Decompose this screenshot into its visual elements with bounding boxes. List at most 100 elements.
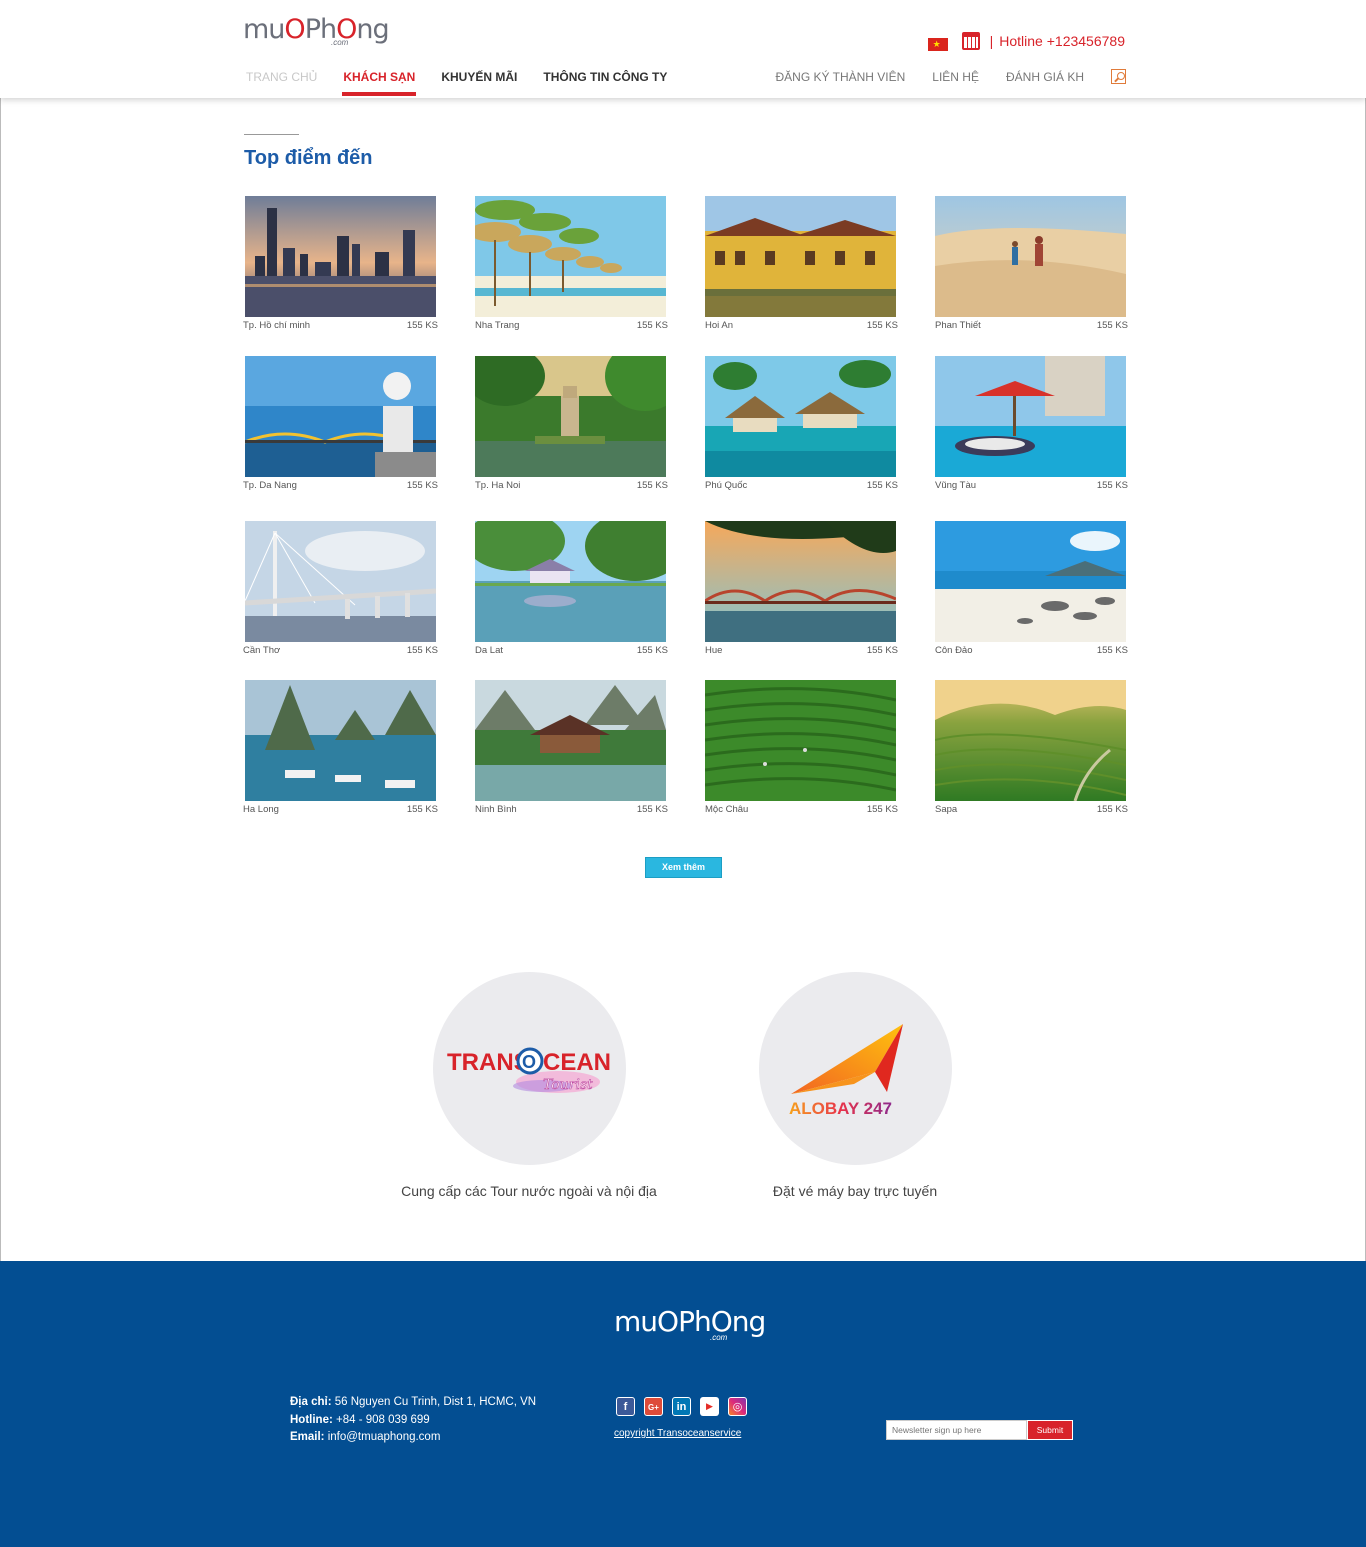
destination-name[interactable]: Tp. Hồ chí minh: [243, 320, 310, 331]
destination-name[interactable]: Nha Trang: [475, 320, 519, 331]
nav-contact[interactable]: LIÊN HỆ: [932, 70, 979, 84]
nav-promotions[interactable]: KHUYẾN MÃI: [441, 70, 517, 98]
see-more-button[interactable]: Xem thêm: [645, 857, 722, 878]
transocean-text-o: O: [522, 1052, 536, 1072]
nav-reviews[interactable]: ĐÁNH GIÁ KH: [1006, 70, 1084, 84]
destination-card[interactable]: Tp. Ha Noi 155 KS: [475, 356, 668, 491]
hotel-count: 155 KS: [406, 480, 438, 491]
calendar-icon[interactable]: [961, 32, 980, 50]
newsletter-email-input[interactable]: [886, 1420, 1027, 1440]
destination-photo[interactable]: [935, 521, 1126, 642]
destination-name[interactable]: Ninh Bình: [475, 804, 517, 815]
destination-card[interactable]: Ninh Bình 155 KS: [475, 680, 668, 815]
destination-photo[interactable]: [935, 356, 1126, 477]
footer-logo[interactable]: muOPhOng .com: [614, 1305, 766, 1345]
partner-caption: Đặt vé máy bay trực tuyến: [772, 1183, 938, 1199]
logo-text-part: ng: [731, 1305, 767, 1338]
section-title: Top điểm đến: [244, 147, 373, 169]
destination-card[interactable]: Tp. Hồ chí minh 155 KS: [243, 196, 438, 331]
site-footer: muOPhOng .com Địa chỉ: 56 Nguyen Cu Trin…: [0, 1261, 1366, 1547]
destination-photo-art: [475, 356, 666, 477]
hotel-count: 155 KS: [636, 804, 668, 815]
nav-company-info[interactable]: THÔNG TIN CÔNG TY: [543, 70, 667, 98]
destination-card[interactable]: Phan Thiết 155 KS: [935, 196, 1128, 331]
destination-photo[interactable]: [705, 356, 896, 477]
destination-name[interactable]: Hue: [705, 645, 722, 656]
destination-photo[interactable]: [475, 196, 666, 317]
hotel-count: 155 KS: [866, 645, 898, 656]
destination-photo[interactable]: [475, 521, 666, 642]
destination-photo[interactable]: [475, 356, 666, 477]
transocean-text-tourist: Tourist: [543, 1077, 593, 1093]
address-label: Địa chỉ:: [290, 1396, 332, 1408]
email-value[interactable]: info@tmuaphong.com: [328, 1431, 441, 1443]
destination-card[interactable]: Mộc Châu 155 KS: [705, 680, 898, 815]
destination-card[interactable]: Ha Long 155 KS: [243, 680, 438, 815]
destination-photo[interactable]: [935, 196, 1126, 317]
transocean-logo[interactable]: TRANS O CEAN Tourist: [432, 972, 626, 1165]
destination-meta: Ninh Bình 155 KS: [475, 804, 668, 815]
hotline-number: Hotline +123456789: [999, 33, 1125, 49]
destination-card[interactable]: Da Lat 155 KS: [475, 521, 668, 656]
facebook-icon[interactable]: f: [616, 1397, 635, 1416]
address-value: 56 Nguyen Cu Trinh, Dist 1, HCMC, VN: [334, 1396, 537, 1408]
destination-photo[interactable]: [705, 196, 896, 317]
newsletter-submit-button[interactable]: Submit: [1027, 1420, 1073, 1440]
destination-card[interactable]: Phú Quốc 155 KS: [705, 356, 898, 491]
destination-photo[interactable]: [245, 196, 436, 317]
destination-name[interactable]: Phan Thiết: [935, 320, 981, 331]
instagram-icon[interactable]: ◎: [728, 1397, 747, 1416]
destination-photo-art: [935, 521, 1126, 642]
destination-name[interactable]: Vũng Tàu: [935, 480, 976, 491]
nav-home[interactable]: TRANG CHỦ: [246, 70, 317, 98]
google-plus-icon[interactable]: G+: [644, 1397, 663, 1416]
destination-card[interactable]: Côn Đảo 155 KS: [935, 521, 1128, 656]
destination-photo-art: [935, 356, 1126, 477]
destination-meta: Tp. Da Nang 155 KS: [243, 480, 438, 491]
logo-dotcom: .com: [331, 38, 349, 47]
nav-hotels[interactable]: KHÁCH SẠN: [342, 70, 417, 98]
destination-card[interactable]: Cần Thơ 155 KS: [243, 521, 438, 656]
email-label: Email:: [290, 1431, 325, 1443]
hotel-count: 155 KS: [1096, 480, 1128, 491]
destination-card[interactable]: Hoi An 155 KS: [705, 196, 898, 331]
destination-name[interactable]: Côn Đảo: [935, 645, 973, 656]
youtube-icon[interactable]: ▶: [700, 1397, 719, 1416]
footer-hotline: Hotline: +84 - 908 039 699: [290, 1412, 536, 1430]
destination-name[interactable]: Mộc Châu: [705, 804, 748, 815]
destination-photo[interactable]: [705, 521, 896, 642]
destination-name[interactable]: Cần Thơ: [243, 645, 280, 656]
destination-name[interactable]: Hoi An: [705, 320, 733, 331]
hotel-count: 155 KS: [1096, 320, 1128, 331]
destination-photo-art: [935, 680, 1126, 801]
destination-name[interactable]: Ha Long: [243, 804, 279, 815]
linkedin-icon[interactable]: in: [672, 1397, 691, 1416]
destination-photo[interactable]: [705, 680, 896, 801]
destination-card[interactable]: Tp. Da Nang 155 KS: [243, 356, 438, 491]
site-header: muOPhOng .com | Hotline +123456789 TRANG …: [0, 0, 1366, 98]
destination-photo[interactable]: [245, 356, 436, 477]
nav-register[interactable]: ĐĂNG KÝ THÀNH VIÊN: [775, 70, 905, 84]
destination-photo[interactable]: [935, 680, 1126, 801]
destination-name[interactable]: Da Lat: [475, 645, 503, 656]
destination-photo[interactable]: [245, 680, 436, 801]
copyright-link[interactable]: copyright Transoceanservice: [614, 1428, 741, 1439]
destination-card[interactable]: Vũng Tàu 155 KS: [935, 356, 1128, 491]
alobay-logo[interactable]: ALOBAY 247: [758, 972, 952, 1165]
destination-name[interactable]: Sapa: [935, 804, 957, 815]
destination-card[interactable]: Nha Trang 155 KS: [475, 196, 668, 331]
hotel-count: 155 KS: [636, 320, 668, 331]
destination-name[interactable]: Tp. Da Nang: [243, 480, 297, 491]
vietnam-flag-icon[interactable]: [927, 37, 948, 51]
destination-name[interactable]: Phú Quốc: [705, 480, 747, 491]
destination-photo[interactable]: [475, 680, 666, 801]
logo-o-mark: O: [657, 1305, 679, 1338]
destination-card[interactable]: Hue 155 KS: [705, 521, 898, 656]
search-icon[interactable]: [1111, 69, 1126, 84]
destination-name[interactable]: Tp. Ha Noi: [475, 480, 520, 491]
destination-card[interactable]: Sapa 155 KS: [935, 680, 1128, 815]
hotel-count: 155 KS: [406, 804, 438, 815]
destination-photo-art: [475, 680, 666, 801]
destination-photo[interactable]: [245, 521, 436, 642]
site-logo[interactable]: muOPhOng .com: [243, 12, 390, 48]
